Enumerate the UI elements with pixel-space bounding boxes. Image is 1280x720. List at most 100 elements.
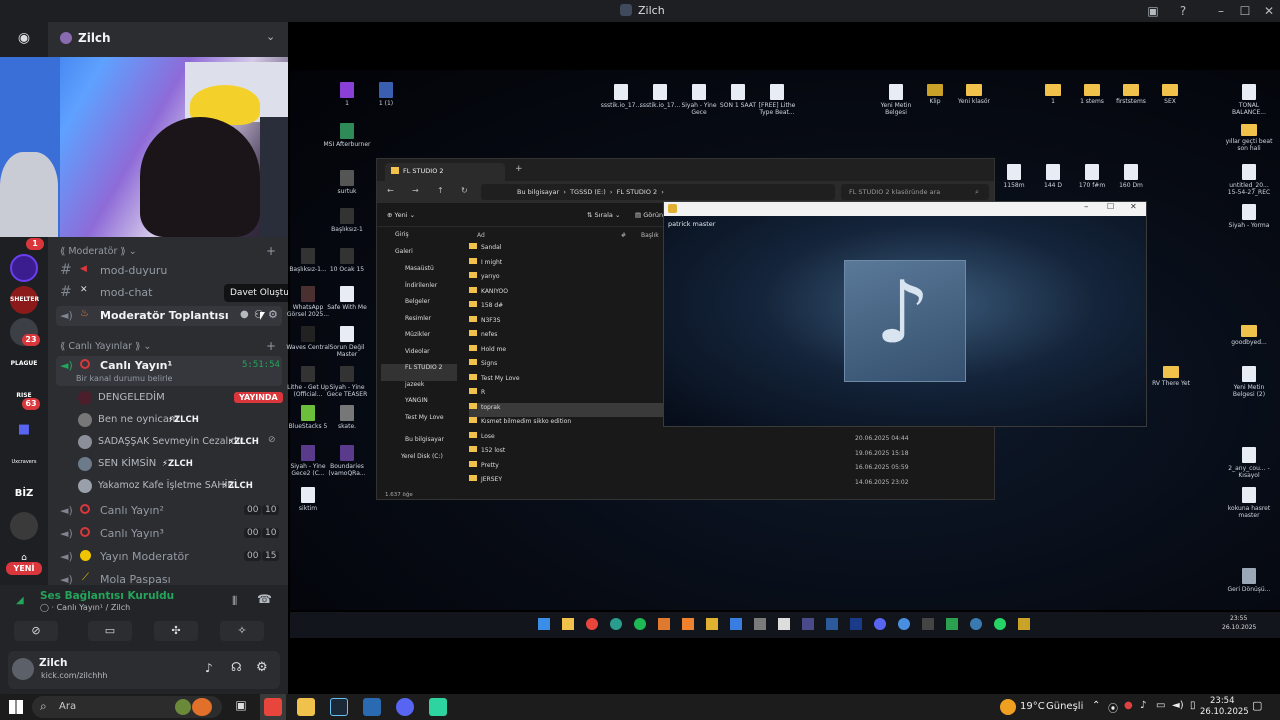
member-item[interactable]: SADAŞŞAK Sevmeyin Cezalıdır ⚡ZLCH ⊘ (76, 434, 282, 450)
server-icon-plague[interactable]: PLAGUE (10, 350, 38, 378)
minimize-button[interactable]: – (1212, 2, 1230, 20)
volume-icon[interactable]: ◄) (1172, 700, 1184, 711)
help-icon[interactable]: ? (1174, 2, 1192, 20)
soundboard-button[interactable]: ✧ (220, 621, 264, 641)
refresh-icon[interactable]: ↻ (461, 186, 468, 195)
new-button[interactable]: ⊕ Yeni ⌄ (387, 211, 415, 219)
file-row[interactable]: Signs (469, 359, 669, 374)
maximize-button[interactable]: ☐ (1236, 2, 1254, 20)
server-icon-purple[interactable] (10, 254, 38, 282)
file-row[interactable]: nefes (469, 330, 669, 345)
address-field[interactable]: Bu bilgisayar › TGSSD (E:) › FL STUDIO 2… (481, 184, 835, 200)
disconnect-icon[interactable]: ☎ (257, 592, 272, 606)
notification-icon[interactable]: ▢ (1252, 699, 1262, 712)
channel-live-3[interactable]: ◄) Canlı Yayın³ 00 10 (60, 526, 282, 544)
forward-icon[interactable]: → (412, 186, 419, 195)
microphone-icon[interactable]: ♪ (205, 661, 213, 675)
breadcrumb-item[interactable]: FL STUDIO 2 (617, 188, 658, 196)
gear-icon[interactable]: ⚙ (268, 308, 278, 321)
user-panel[interactable]: Zilch kick.com/zilchhh ♪ ☊ ⚙ (8, 651, 280, 689)
search-box[interactable]: ⌕ Ara (32, 696, 222, 718)
search-field[interactable]: FL STUDIO 2 klasöründe ara ⌕ (841, 184, 989, 200)
file-row[interactable]: Test My Love (469, 373, 669, 389)
tray-icon[interactable]: ♪ (1140, 700, 1146, 711)
player-maximize-button[interactable]: ☐ (1107, 202, 1114, 211)
column-header-title[interactable]: Başlık (641, 232, 659, 239)
member-item[interactable]: Yakamoz Kafe İşletme SAHİBİ ⚡ZLCH (76, 478, 282, 494)
nav-item[interactable]: İndirilenler (381, 282, 457, 299)
battery-icon[interactable]: ▯ (1190, 700, 1196, 711)
clock-date[interactable]: 26.10.2025 (1200, 707, 1249, 717)
server-icon-misc[interactable] (10, 512, 38, 540)
tray-icon[interactable]: ● (1124, 700, 1133, 711)
file-row[interactable]: Hold me (469, 344, 669, 360)
explorer-tab[interactable]: FL STUDIO 2 (385, 163, 505, 181)
headphones-icon[interactable]: ☊ (231, 660, 242, 674)
inbox-icon[interactable]: ▣ (1144, 2, 1162, 20)
column-header-number[interactable]: # (621, 232, 626, 239)
chevron-down-icon[interactable]: ⌄ (266, 30, 275, 43)
task-view-icon[interactable]: ▣ (232, 698, 250, 716)
weather-temp[interactable]: 19°C (1020, 701, 1045, 712)
server-icon-uxcravers[interactable]: Uxcravers (10, 448, 38, 476)
new-tab-icon[interactable]: + (515, 164, 523, 174)
file-row[interactable]: I might (469, 257, 669, 273)
media-player-window[interactable]: – ☐ ✕ patrick master ♪ (663, 201, 1147, 427)
nav-item[interactable]: Bu bilgisayar (381, 436, 457, 453)
nav-item-selected[interactable]: FL STUDIO 2 (381, 364, 457, 381)
category-moderator[interactable]: ⟪ Moderatör ⟫ ⌄ (60, 246, 137, 257)
channel-mod-stream[interactable]: ◄) Yayın Moderatör 00 15 (60, 549, 282, 567)
file-row[interactable]: Sandal (469, 243, 669, 258)
channel-mod-duyuru[interactable]: # ◀ mod-duyuru (60, 262, 280, 280)
weather-icon[interactable] (1000, 699, 1016, 715)
category-live[interactable]: ⟪ Canlı Yayınlar ⟫ ⌄ (60, 341, 151, 352)
nav-item[interactable]: Test My Love (381, 414, 457, 431)
settings-gear-icon[interactable]: ⚙ (256, 660, 268, 675)
channel-live-1[interactable]: ◄) Canlı Yayın¹ 5:51:54 Bir kanal durumu… (56, 356, 282, 386)
view-button[interactable]: ▤ Görün (635, 211, 663, 219)
steam-icon[interactable] (330, 698, 348, 716)
nav-item[interactable]: YANGIN (381, 397, 457, 414)
player-close-button[interactable]: ✕ (1130, 202, 1137, 211)
file-row[interactable]: Lose (469, 431, 669, 447)
screen-share-button[interactable]: ▭ (88, 621, 132, 641)
app-icon[interactable] (429, 698, 447, 716)
discord-home-icon[interactable]: ◉ (10, 26, 38, 50)
nav-item[interactable]: Resimler (381, 315, 457, 332)
file-row[interactable]: yarıyo (469, 272, 669, 287)
breadcrumb-item[interactable]: Bu bilgisayar (517, 188, 559, 196)
close-button[interactable]: ✕ (1260, 2, 1278, 20)
channel-status-text[interactable]: Bir kanal durumu belirle (76, 374, 172, 383)
app-icon[interactable] (363, 698, 381, 716)
file-row[interactable]: 152 lost (469, 446, 669, 461)
player-minimize-button[interactable]: – (1084, 202, 1089, 212)
member-item[interactable]: SEN KİMSİN ⚡ZLCH (76, 456, 282, 472)
member-item[interactable]: DENGELEDİM YAYINDA (76, 390, 283, 406)
add-channel-icon[interactable]: + (266, 244, 276, 258)
weather-desc[interactable]: Güneşli (1046, 701, 1083, 712)
server-icon-shelter[interactable]: SHELTER (10, 286, 39, 314)
file-row[interactable]: Pretty (469, 460, 669, 476)
tray-icon[interactable]: ⦿ (1108, 700, 1118, 715)
server-icon-biz[interactable]: BİZ (10, 480, 38, 508)
up-icon[interactable]: ↑ (437, 186, 444, 195)
channel-live-2[interactable]: ◄) Canlı Yayın² 00 10 (60, 503, 282, 521)
member-item[interactable]: Ben ne oynicam ⚡ZLCH (76, 412, 282, 428)
server-header[interactable]: Zilch ⌄ (48, 26, 288, 50)
voice-status[interactable]: Ses Bağlantısı Kuruldu (40, 590, 174, 602)
camera-button[interactable]: ⊘ (14, 621, 58, 641)
column-header-name[interactable]: Ad (477, 232, 485, 239)
breadcrumb-item[interactable]: TGSSD (E:) (570, 188, 606, 196)
windows-start-icon[interactable] (9, 700, 23, 714)
file-row-selected[interactable]: toprak (469, 402, 669, 417)
channel-break[interactable]: ◄) ⟋ Mola Paspası (60, 572, 282, 586)
back-icon[interactable]: ← (387, 186, 394, 195)
nav-item[interactable]: Videolar (381, 348, 457, 365)
file-row[interactable]: N3F3S (469, 315, 669, 331)
nav-item[interactable]: jazeek (381, 381, 457, 398)
chat-bubble-icon[interactable]: ● (240, 309, 249, 320)
file-row[interactable]: R (469, 388, 669, 403)
network-icon[interactable]: ▭ (1156, 700, 1165, 711)
add-channel-icon[interactable]: + (266, 339, 276, 353)
nav-item[interactable]: Müzikler (381, 331, 457, 348)
